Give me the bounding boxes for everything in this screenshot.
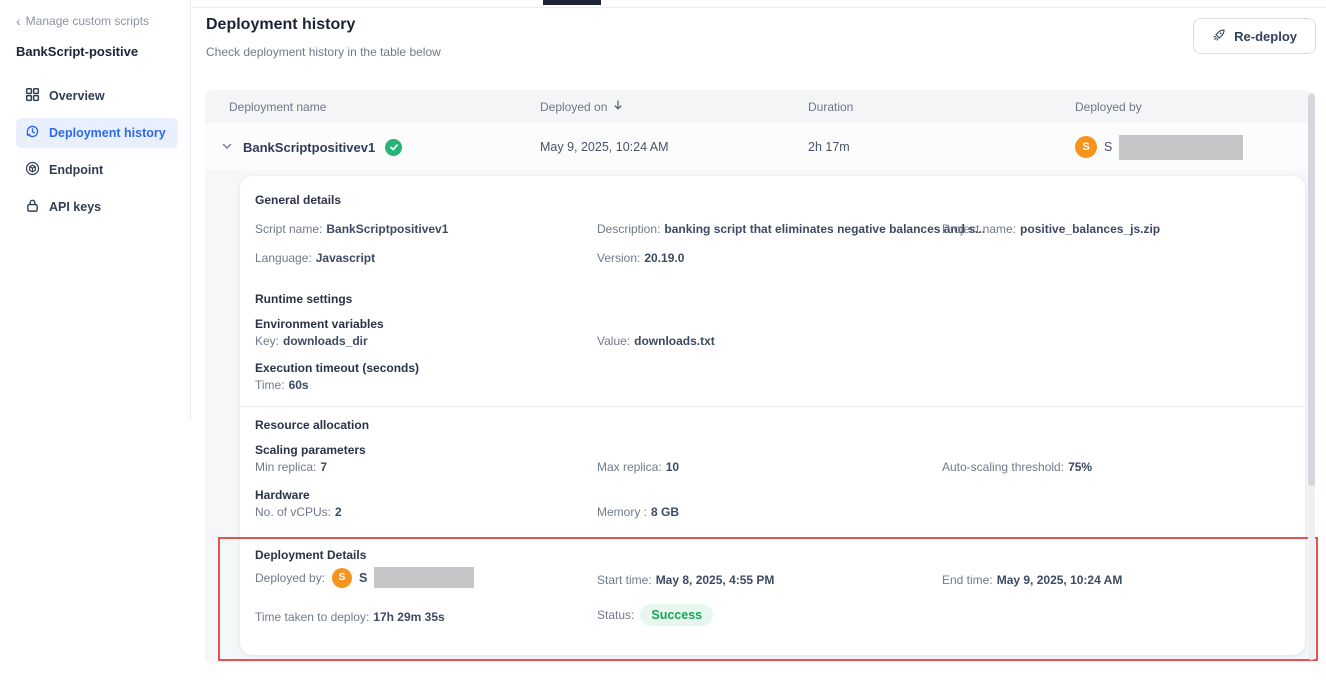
endpoint-icon [25,161,40,179]
table-row[interactable]: BankScriptpositivev1 May 9, 2025, 10:24 … [205,123,1310,171]
time-taken-value: 17h 29m 35s [373,610,444,624]
sidebar-item-label: Overview [49,89,105,103]
vertical-scrollbar [1308,92,1315,660]
section-divider [240,406,1305,407]
history-icon [25,124,40,142]
rocket-icon [1212,28,1226,45]
deployed-by-cell: S S [1075,135,1310,160]
min-replica-value: 7 [320,460,327,474]
deployment-name-cell: BankScriptpositivev1 [221,139,540,156]
env-key-value: downloads_dir [283,334,368,348]
threshold-value: 75% [1068,460,1092,474]
top-divider [190,7,1326,8]
app-window: ‹ Manage custom scripts BankScript-posit… [0,0,1326,688]
back-link-label: Manage custom scripts [26,14,149,28]
execution-timeout-heading: Execution timeout (seconds) [255,361,419,375]
description-value: banking script that eliminates negative … [664,222,985,236]
success-check-icon [385,139,402,156]
script-name-value: BankScriptpositivev1 [326,222,448,236]
sidebar: ‹ Manage custom scripts BankScript-posit… [0,0,190,688]
resource-allocation-heading: Resource allocation [255,418,369,432]
page-title: Deployment history [206,16,355,34]
duration-cell: 2h 17m [808,140,1075,154]
scrollbar-thumb[interactable] [1308,94,1315,486]
hardware-row: No. of vCPUs:2 Memory :8 GB [240,505,1305,523]
redeploy-button[interactable]: Re-deploy [1193,18,1316,54]
sidebar-item-deployment-history[interactable]: Deployment history [16,118,178,148]
deployment-name: BankScriptpositivev1 [243,140,375,155]
language-value: Javascript [316,251,375,265]
runtime-settings-heading: Runtime settings [255,292,352,306]
chevron-down-icon[interactable] [221,140,233,155]
env-value-value: downloads.txt [634,334,715,348]
avatar: S [1075,136,1097,158]
deployed-by-initial: S [1104,140,1112,154]
redeploy-button-label: Re-deploy [1234,29,1297,44]
redacted-name [374,567,474,588]
deployment-detail-card: General details Script name:BankScriptpo… [240,176,1305,655]
redacted-name [1119,135,1243,160]
sidebar-item-overview[interactable]: Overview [16,81,178,111]
project-name: BankScript-positive [16,44,178,59]
project-file-value: positive_balances_js.zip [1020,222,1160,236]
max-replica-value: 10 [666,460,679,474]
general-row-1: Script name:BankScriptpositivev1 Descrip… [240,222,1305,240]
memory-value: 8 GB [651,505,679,519]
deployment-details-heading: Deployment Details [255,548,366,562]
column-header-deployment-name: Deployment name [229,100,540,114]
back-link[interactable]: ‹ Manage custom scripts [16,14,178,28]
deployed-by-row: Deployed by: S S Start time:May 8, 2025,… [240,570,1305,594]
sidebar-item-label: Endpoint [49,163,103,177]
timeout-value: 60s [289,378,309,392]
chevron-left-icon: ‹ [16,16,21,26]
sidebar-nav: Overview Deployment history Endpoint [16,81,178,222]
deployed-on-cell: May 9, 2025, 10:24 AM [540,140,808,154]
status-badge: Success [640,604,713,626]
start-time-value: May 8, 2025, 4:55 PM [656,573,775,587]
env-row: Key:downloads_dir Value:downloads.txt [240,334,1305,352]
grid-icon [25,87,40,105]
timeout-row: Time:60s [240,378,1305,396]
scaling-row: Min replica:7 Max replica:10 Auto-scalin… [240,460,1305,478]
page-subtitle: Check deployment history in the table be… [206,45,441,59]
version-value: 20.19.0 [644,251,684,265]
sidebar-item-label: Deployment history [49,126,166,140]
end-time-value: May 9, 2025, 10:24 AM [997,573,1123,587]
time-taken-row: Time taken to deploy:17h 29m 35s Status:… [240,606,1305,630]
sort-desc-icon [612,99,624,114]
lock-icon [25,198,40,216]
scaling-parameters-heading: Scaling parameters [255,443,366,457]
vcpus-value: 2 [335,505,342,519]
column-header-duration: Duration [808,100,1075,114]
environment-variables-heading: Environment variables [255,317,384,331]
deployed-by-initial: S [359,571,367,585]
general-row-2: Language:Javascript Version:20.19.0 [240,251,1305,269]
table-header-row: Deployment name Deployed on Duration Dep… [205,90,1310,123]
sidebar-item-label: API keys [49,200,101,214]
column-header-deployed-on[interactable]: Deployed on [540,99,808,114]
avatar: S [332,568,352,588]
sidebar-item-endpoint[interactable]: Endpoint [16,155,178,185]
main-content: Deployment history Check deployment hist… [190,0,1326,688]
expanded-row-area: General details Script name:BankScriptpo… [205,170,1310,662]
general-details-heading: General details [255,193,341,207]
sidebar-item-api-keys[interactable]: API keys [16,192,178,222]
hardware-heading: Hardware [255,488,310,502]
column-header-deployed-by: Deployed by [1075,100,1310,114]
deployment-table: Deployment name Deployed on Duration Dep… [205,90,1310,171]
